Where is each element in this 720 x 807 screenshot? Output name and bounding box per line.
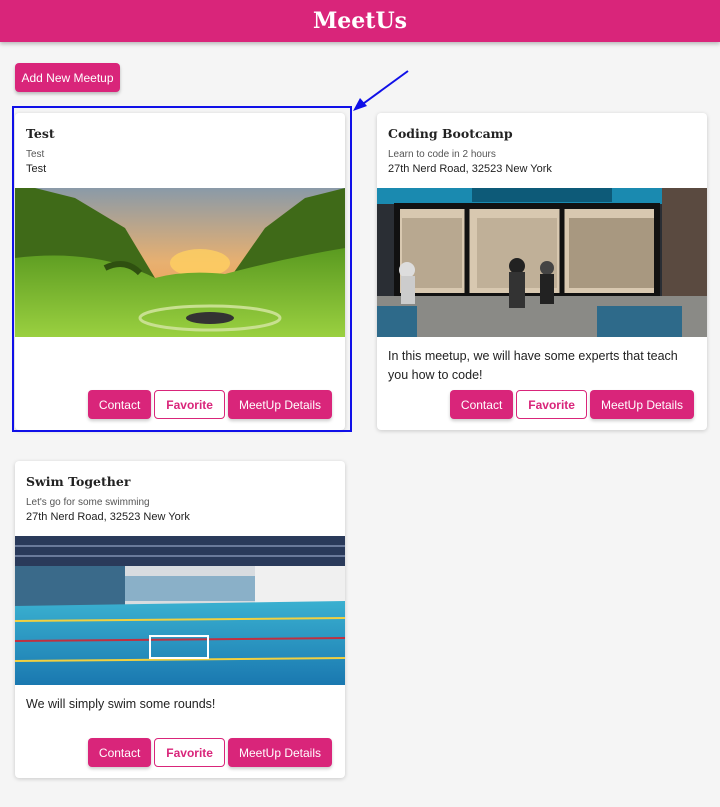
meetup-card-swim-together: Swim Together Let's go for some swimming… xyxy=(15,461,345,778)
meetup-description: In this meetup, we will have some expert… xyxy=(388,349,678,382)
meetup-address: 27th Nerd Road, 32523 New York xyxy=(388,163,552,175)
meetup-description: We will simply swim some rounds! xyxy=(26,697,216,711)
meetup-address: 27th Nerd Road, 32523 New York xyxy=(26,511,190,523)
add-new-meetup-button[interactable]: Add New Meetup xyxy=(15,63,120,92)
coffee-shop-image-graphic xyxy=(377,188,707,337)
favorite-button[interactable]: Favorite xyxy=(516,390,587,419)
swimming-pool-image xyxy=(15,536,345,685)
app-title: MeetUs xyxy=(312,8,408,34)
swimming-pool-image-graphic xyxy=(15,536,345,685)
meetup-title: Coding Bootcamp xyxy=(388,126,513,141)
meetup-details-button[interactable]: MeetUp Details xyxy=(227,738,332,767)
app-header: MeetUs xyxy=(0,0,720,42)
meetup-title: Swim Together xyxy=(26,474,131,489)
contact-button[interactable]: Contact xyxy=(87,738,152,767)
meetup-actions: Contact Favorite MeetUp Details xyxy=(87,738,332,767)
favorite-button[interactable]: Favorite xyxy=(154,738,225,767)
meetup-card-coding-bootcamp: Coding Bootcamp Learn to code in 2 hours… xyxy=(377,113,707,430)
pointer-arrow-icon xyxy=(353,70,409,111)
highlight-box xyxy=(12,106,352,432)
contact-button[interactable]: Contact xyxy=(449,390,514,419)
meetup-details-button[interactable]: MeetUp Details xyxy=(589,390,694,419)
meetup-subtitle: Let's go for some swimming xyxy=(26,497,150,508)
meetup-actions: Contact Favorite MeetUp Details xyxy=(449,390,694,419)
coffee-shop-image xyxy=(377,188,707,337)
meetup-subtitle: Learn to code in 2 hours xyxy=(388,149,496,160)
